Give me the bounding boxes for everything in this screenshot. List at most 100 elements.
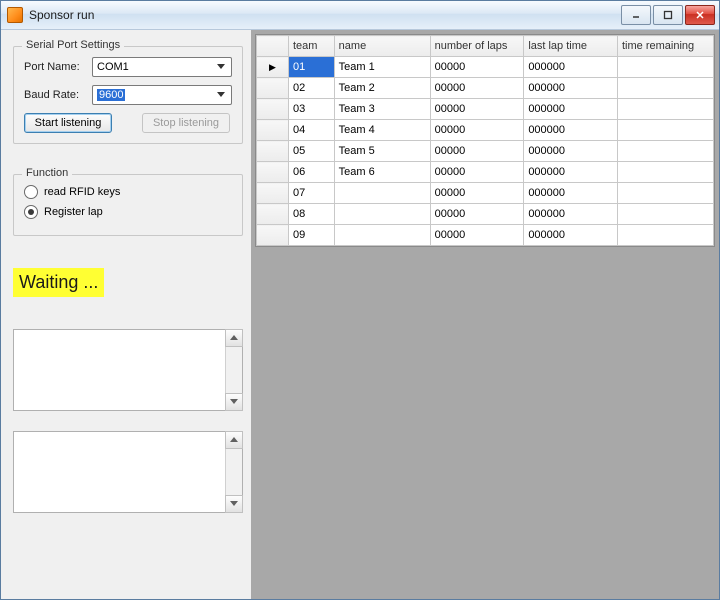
- scroll-up-icon[interactable]: [225, 329, 243, 347]
- cell-team[interactable]: 09: [288, 225, 334, 246]
- row-header[interactable]: [257, 204, 289, 225]
- log-list-2[interactable]: [13, 431, 243, 513]
- col-last[interactable]: last lap time: [524, 36, 618, 57]
- cell-name[interactable]: Team 5: [334, 141, 430, 162]
- cell-name[interactable]: Team 2: [334, 78, 430, 99]
- radio-icon: [24, 205, 38, 219]
- cell-last[interactable]: 000000: [524, 141, 618, 162]
- cell-laps[interactable]: 00000: [430, 120, 524, 141]
- baud-value: 9600: [97, 89, 125, 101]
- cell-team[interactable]: 04: [288, 120, 334, 141]
- row-header[interactable]: [257, 99, 289, 120]
- cell-remaining[interactable]: [617, 141, 713, 162]
- cell-laps[interactable]: 00000: [430, 183, 524, 204]
- baud-combobox[interactable]: 9600: [92, 85, 232, 105]
- cell-laps[interactable]: 00000: [430, 78, 524, 99]
- table-row[interactable]: 09 00000000000: [257, 225, 714, 246]
- scrollbar[interactable]: [225, 432, 242, 512]
- cell-name[interactable]: Team 1: [334, 57, 430, 78]
- titlebar: Sponsor run: [1, 1, 719, 30]
- cell-remaining[interactable]: [617, 57, 713, 78]
- cell-last[interactable]: 000000: [524, 78, 618, 99]
- table-row[interactable]: 08 00000000000: [257, 204, 714, 225]
- table-row[interactable]: 05Team 500000000000: [257, 141, 714, 162]
- cell-name[interactable]: [334, 225, 430, 246]
- radio-read-rfid[interactable]: read RFID keys: [24, 185, 232, 199]
- grid-corner[interactable]: [257, 36, 289, 57]
- cell-remaining[interactable]: [617, 204, 713, 225]
- cell-remaining[interactable]: [617, 183, 713, 204]
- col-remaining[interactable]: time remaining: [617, 36, 713, 57]
- table-row[interactable]: 04Team 400000000000: [257, 120, 714, 141]
- row-header[interactable]: [257, 141, 289, 162]
- cell-name[interactable]: [334, 204, 430, 225]
- cell-last[interactable]: 000000: [524, 204, 618, 225]
- close-button[interactable]: [685, 5, 715, 25]
- radio-register-lap[interactable]: Register lap: [24, 205, 232, 219]
- cell-team[interactable]: 08: [288, 204, 334, 225]
- row-header[interactable]: [257, 120, 289, 141]
- cell-remaining[interactable]: [617, 225, 713, 246]
- col-team[interactable]: team: [288, 36, 334, 57]
- cell-name[interactable]: Team 6: [334, 162, 430, 183]
- log-list-1[interactable]: [13, 329, 243, 411]
- radio-read-label: read RFID keys: [44, 186, 120, 198]
- cell-team[interactable]: 07: [288, 183, 334, 204]
- table-row[interactable]: 06Team 600000000000: [257, 162, 714, 183]
- cell-remaining[interactable]: [617, 99, 713, 120]
- cell-team[interactable]: 05: [288, 141, 334, 162]
- cell-last[interactable]: 000000: [524, 225, 618, 246]
- status-label: Waiting ...: [13, 268, 104, 297]
- cell-name[interactable]: Team 3: [334, 99, 430, 120]
- cell-laps[interactable]: 00000: [430, 141, 524, 162]
- table-row[interactable]: 07 00000000000: [257, 183, 714, 204]
- cell-remaining[interactable]: [617, 78, 713, 99]
- port-value: COM1: [97, 61, 129, 73]
- chevron-down-icon: [213, 87, 229, 103]
- row-header[interactable]: [257, 183, 289, 204]
- cell-laps[interactable]: 00000: [430, 162, 524, 183]
- cell-team[interactable]: 06: [288, 162, 334, 183]
- scroll-down-icon[interactable]: [225, 393, 243, 411]
- stop-listening-button[interactable]: Stop listening: [142, 113, 230, 133]
- cell-team[interactable]: 03: [288, 99, 334, 120]
- cell-team[interactable]: 01: [288, 57, 334, 78]
- row-header[interactable]: [257, 225, 289, 246]
- row-header[interactable]: [257, 78, 289, 99]
- cell-laps[interactable]: 00000: [430, 204, 524, 225]
- minimize-button[interactable]: [621, 5, 651, 25]
- teams-grid[interactable]: team name number of laps last lap time t…: [255, 34, 715, 247]
- row-marker-icon: ▶: [269, 62, 276, 72]
- cell-team[interactable]: 02: [288, 78, 334, 99]
- app-icon: [7, 7, 23, 23]
- table-row[interactable]: 02Team 200000000000: [257, 78, 714, 99]
- scroll-down-icon[interactable]: [225, 495, 243, 513]
- listen-buttons: Start listening Stop listening: [24, 113, 232, 133]
- cell-last[interactable]: 000000: [524, 99, 618, 120]
- start-listening-button[interactable]: Start listening: [24, 113, 112, 133]
- cell-name[interactable]: Team 4: [334, 120, 430, 141]
- cell-laps[interactable]: 00000: [430, 99, 524, 120]
- maximize-button[interactable]: [653, 5, 683, 25]
- cell-laps[interactable]: 00000: [430, 57, 524, 78]
- scrollbar[interactable]: [225, 330, 242, 410]
- cell-remaining[interactable]: [617, 120, 713, 141]
- cell-remaining[interactable]: [617, 162, 713, 183]
- cell-laps[interactable]: 00000: [430, 225, 524, 246]
- port-combobox[interactable]: COM1: [92, 57, 232, 77]
- col-name[interactable]: name: [334, 36, 430, 57]
- minimize-icon: [631, 10, 641, 20]
- cell-last[interactable]: 000000: [524, 183, 618, 204]
- scroll-up-icon[interactable]: [225, 431, 243, 449]
- table-row[interactable]: ▶01Team 100000000000: [257, 57, 714, 78]
- maximize-icon: [663, 10, 673, 20]
- row-header[interactable]: ▶: [257, 57, 289, 78]
- status-wrapper: Waiting ...: [13, 262, 243, 297]
- cell-last[interactable]: 000000: [524, 162, 618, 183]
- row-header[interactable]: [257, 162, 289, 183]
- col-laps[interactable]: number of laps: [430, 36, 524, 57]
- cell-name[interactable]: [334, 183, 430, 204]
- table-row[interactable]: 03Team 300000000000: [257, 99, 714, 120]
- cell-last[interactable]: 000000: [524, 120, 618, 141]
- cell-last[interactable]: 000000: [524, 57, 618, 78]
